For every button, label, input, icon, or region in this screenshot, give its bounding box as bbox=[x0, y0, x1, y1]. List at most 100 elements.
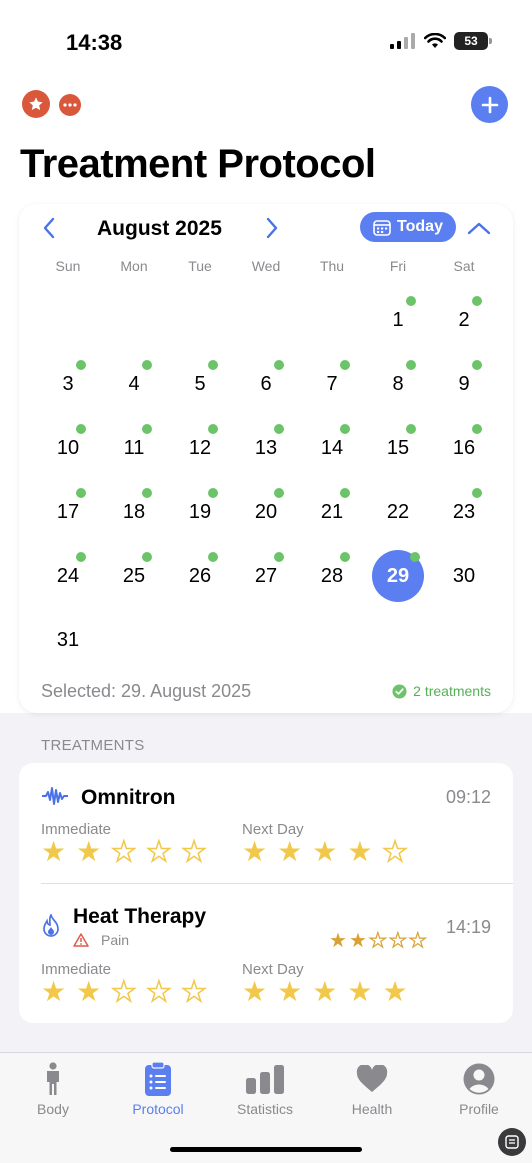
calendar-day-4[interactable]: 4 bbox=[101, 352, 167, 416]
calendar-day-27[interactable]: 27 bbox=[233, 544, 299, 608]
calendar-day-17[interactable]: 17 bbox=[35, 480, 101, 544]
chevron-left-icon bbox=[43, 217, 55, 239]
calendar-day-30[interactable]: 30 bbox=[431, 544, 497, 608]
tab-body[interactable]: Body bbox=[0, 1053, 106, 1123]
collapse-calendar-button[interactable] bbox=[465, 216, 493, 240]
treatment-entry-omnitron[interactable]: Omnitron 09:12 Immediate ★ ★ ★ ★ ★ Next Day … bbox=[19, 763, 513, 883]
calendar-day-3[interactable]: 3 bbox=[35, 352, 101, 416]
tab-protocol[interactable]: Protocol bbox=[105, 1053, 211, 1123]
calendar-day-10[interactable]: 10 bbox=[35, 416, 101, 480]
calendar-day-13[interactable]: 13 bbox=[233, 416, 299, 480]
entry-dot bbox=[274, 552, 284, 562]
entry-dot bbox=[340, 552, 350, 562]
tab-profile[interactable]: Profile bbox=[426, 1053, 532, 1123]
entry-dot bbox=[406, 424, 416, 434]
weekday-label: Fri bbox=[389, 258, 407, 274]
calendar-day-20[interactable]: 20 bbox=[233, 480, 299, 544]
tab-label: Body bbox=[37, 1101, 69, 1117]
entry-dot bbox=[208, 360, 218, 370]
day-number: 21 bbox=[306, 486, 358, 538]
calendar-day-16[interactable]: 16 bbox=[431, 416, 497, 480]
day-number: 17 bbox=[42, 486, 94, 538]
entry-dot bbox=[208, 552, 218, 562]
calendar-day-21[interactable]: 21 bbox=[299, 480, 365, 544]
calendar-day-24[interactable]: 24 bbox=[35, 544, 101, 608]
tag-label: Pain bbox=[101, 932, 130, 948]
favorites-button[interactable] bbox=[22, 90, 50, 118]
calendar-day-15[interactable]: 15 bbox=[365, 416, 431, 480]
day-number: 2 bbox=[438, 294, 490, 346]
more-button[interactable] bbox=[59, 94, 81, 116]
check-circle-icon bbox=[392, 683, 407, 699]
profile-icon bbox=[463, 1063, 495, 1095]
treatment-entry-heat-therapy[interactable]: Heat Therapy Pain ★ ★ ★ ★ ★ 14:19 Immediate … bbox=[19, 884, 513, 1023]
calendar-day-19[interactable]: 19 bbox=[167, 480, 233, 544]
add-button[interactable] bbox=[471, 86, 508, 123]
day-number: 26 bbox=[174, 550, 226, 602]
status-time: 14:38 bbox=[66, 30, 123, 55]
treatment-count: 2 treatments bbox=[392, 683, 491, 699]
calendar-day-11[interactable]: 11 bbox=[101, 416, 167, 480]
treatments-section-label: TREATMENTS bbox=[41, 737, 145, 754]
tab-health[interactable]: Health bbox=[319, 1053, 425, 1123]
calendar-day-9[interactable]: 9 bbox=[431, 352, 497, 416]
day-number: 8 bbox=[372, 358, 424, 410]
star-filled-icon: ★ bbox=[242, 836, 268, 867]
star-empty-icon: ★ bbox=[146, 836, 173, 867]
entry-dot bbox=[76, 552, 86, 562]
star-filled-icon: ★ bbox=[41, 976, 67, 1007]
assistive-button[interactable] bbox=[498, 1128, 526, 1156]
entry-dot bbox=[472, 424, 482, 434]
star-filled-icon: ★ bbox=[76, 836, 102, 867]
status-bar: 14:38 53 bbox=[0, 0, 532, 80]
selected-date-text: Selected: 29. August 2025 bbox=[41, 681, 252, 701]
calendar-day-7[interactable]: 7 bbox=[299, 352, 365, 416]
day-number: 14 bbox=[306, 422, 358, 474]
immediate-rating[interactable]: ★ ★ ★ ★ ★ bbox=[41, 976, 208, 1007]
calendar-day-12[interactable]: 12 bbox=[167, 416, 233, 480]
calendar-day-1[interactable]: 1 bbox=[365, 288, 431, 352]
calendar-day-8[interactable]: 8 bbox=[365, 352, 431, 416]
calendar-day-31[interactable]: 31 bbox=[35, 608, 101, 672]
star-empty-icon: ★ bbox=[181, 976, 208, 1007]
calendar-day-25[interactable]: 25 bbox=[101, 544, 167, 608]
today-button[interactable]: Today bbox=[360, 212, 456, 242]
ellipsis-icon bbox=[63, 103, 77, 107]
pain-rating: ★ ★ ★ ★ ★ bbox=[329, 930, 427, 952]
star-filled-icon: ★ bbox=[277, 976, 303, 1007]
calendar-day-14[interactable]: 14 bbox=[299, 416, 365, 480]
treatment-name: Omnitron bbox=[81, 786, 176, 809]
calendar-day-18[interactable]: 18 bbox=[101, 480, 167, 544]
flame-icon bbox=[43, 914, 59, 937]
day-number: 10 bbox=[42, 422, 94, 474]
next-day-rating[interactable]: ★ ★ ★ ★ ★ bbox=[242, 978, 408, 1006]
calendar-day-23[interactable]: 23 bbox=[431, 480, 497, 544]
previous-month-button[interactable] bbox=[37, 216, 61, 240]
waveform-icon bbox=[42, 787, 68, 805]
next-month-button[interactable] bbox=[260, 216, 284, 240]
day-number: 18 bbox=[108, 486, 160, 538]
entry-dot bbox=[410, 552, 420, 562]
day-number: 20 bbox=[240, 486, 292, 538]
calendar-day-28[interactable]: 28 bbox=[299, 544, 365, 608]
tab-statistics[interactable]: Statistics bbox=[212, 1053, 318, 1123]
day-number: 11 bbox=[108, 422, 160, 474]
day-number: 3 bbox=[42, 358, 94, 410]
tab-label: Health bbox=[351, 1101, 393, 1117]
bar-chart-icon bbox=[246, 1065, 284, 1094]
calendar-day-26[interactable]: 26 bbox=[167, 544, 233, 608]
calendar-day-22[interactable]: 22 bbox=[365, 480, 431, 544]
next-day-rating[interactable]: ★ ★ ★ ★ ★ bbox=[242, 836, 408, 867]
calendar-day-2[interactable]: 2 bbox=[431, 288, 497, 352]
immediate-rating[interactable]: ★ ★ ★ ★ ★ bbox=[41, 836, 207, 867]
star-empty-icon: ★ bbox=[388, 930, 407, 952]
calendar-day-5[interactable]: 5 bbox=[167, 352, 233, 416]
calendar-day-29[interactable]: 29 bbox=[365, 544, 431, 608]
tab-label: Statistics bbox=[236, 1101, 293, 1117]
signal-icon bbox=[390, 33, 415, 49]
treatment-time: 09:12 bbox=[445, 787, 491, 807]
day-number: 28 bbox=[306, 550, 358, 602]
calendar-day-6[interactable]: 6 bbox=[233, 352, 299, 416]
wifi-icon bbox=[424, 33, 446, 48]
document-icon bbox=[505, 1135, 519, 1149]
